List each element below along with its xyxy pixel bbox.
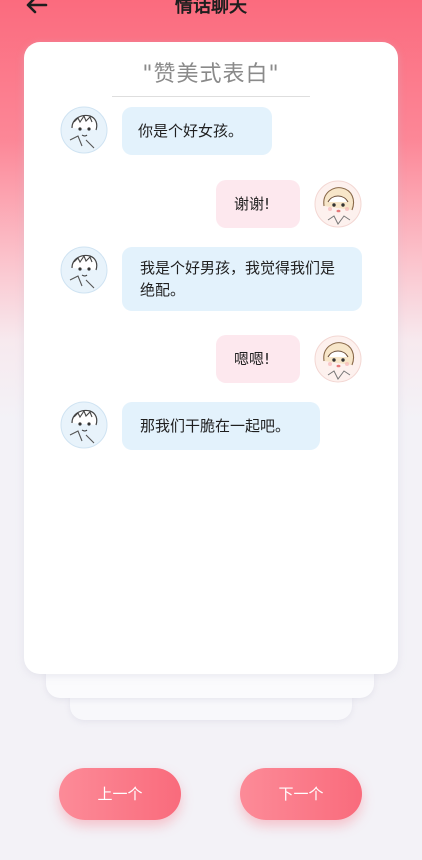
message-bubble: 谢谢! bbox=[216, 180, 300, 228]
prev-button[interactable]: 上一个 bbox=[59, 768, 181, 820]
title-divider bbox=[112, 96, 310, 97]
card-title: "赞美式表白" bbox=[142, 62, 280, 87]
girl-avatar-icon bbox=[314, 180, 362, 228]
chat-card: "赞美式表白" 你是个好女孩。 谢谢! 我是个好男孩，我觉得我们是绝配。 嗯嗯!… bbox=[24, 42, 398, 674]
message-bubble: 嗯嗯! bbox=[216, 335, 300, 383]
boy-avatar-icon bbox=[60, 106, 108, 154]
next-button[interactable]: 下一个 bbox=[240, 768, 362, 820]
girl-avatar-icon bbox=[314, 335, 362, 383]
app-screen: 情话聊天 "赞美式表白" 你是个好女孩。 谢谢! 我是个好男孩，我觉得我们是绝配… bbox=[0, 0, 422, 860]
page-title: 情话聊天 bbox=[175, 0, 247, 17]
boy-avatar-icon bbox=[60, 246, 108, 294]
header-bar: 情话聊天 bbox=[0, 0, 422, 22]
message-bubble: 那我们干脆在一起吧。 bbox=[122, 402, 320, 450]
message-bubble: 你是个好女孩。 bbox=[122, 107, 272, 155]
message-bubble: 我是个好男孩，我觉得我们是绝配。 bbox=[122, 247, 362, 311]
boy-avatar-icon bbox=[60, 401, 108, 449]
